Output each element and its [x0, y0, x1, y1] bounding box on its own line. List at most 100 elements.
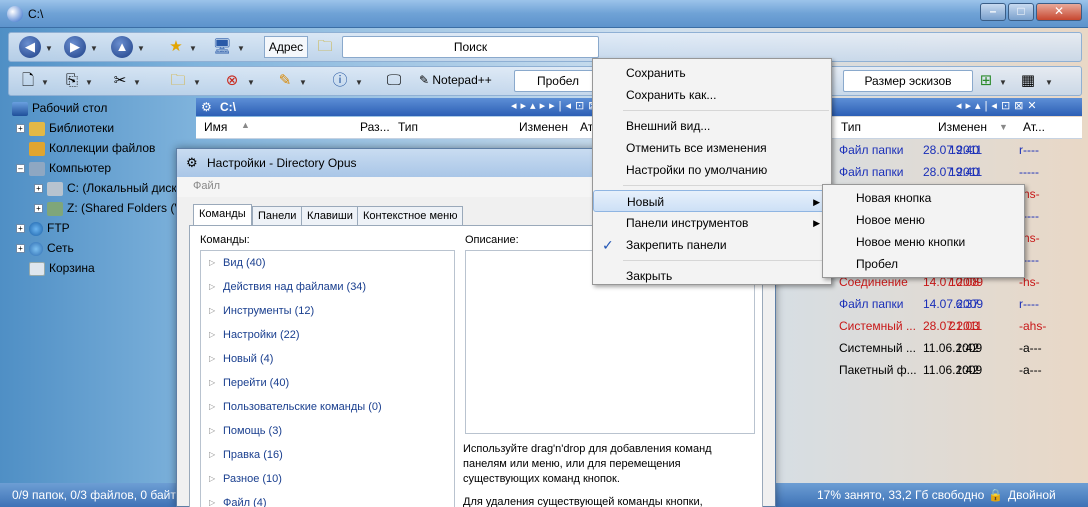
collapse-icon[interactable]: – — [16, 164, 25, 174]
forward-dropdown-icon[interactable]: ▼ — [90, 44, 98, 53]
command-category[interactable]: ▷ Действия над файлами (34) — [201, 279, 451, 299]
expand-arrow-icon[interactable]: ▷ — [209, 426, 215, 435]
command-category[interactable]: ▷ Разное (10) — [201, 471, 451, 491]
screen-icon[interactable]: 🖵 — [383, 70, 405, 92]
tab-keys[interactable]: Клавиши — [301, 206, 359, 226]
expand-icon[interactable]: + — [16, 244, 25, 254]
menu-item-undo-all[interactable]: Отменить все изменения — [593, 137, 831, 159]
status-mode[interactable]: Двойной — [1008, 488, 1056, 502]
column-modified-right[interactable]: Изменен — [938, 120, 987, 134]
search-field[interactable]: Поиск — [342, 36, 599, 58]
tree-item-drive-c[interactable]: + C: (Локальный диск — [34, 178, 177, 198]
back-dropdown-icon[interactable]: ▼ — [45, 44, 53, 53]
tab-panels[interactable]: Панели — [252, 206, 303, 226]
command-category[interactable]: ▷ Настройки (22) — [201, 327, 451, 347]
new-folder-icon[interactable]: 🗀 — [167, 70, 189, 92]
maximize-button[interactable]: □ — [1008, 3, 1034, 21]
folder-lock-icon[interactable]: 🗀 — [314, 36, 336, 58]
tab-context-menu[interactable]: Контекстное меню — [357, 206, 464, 226]
menu-item-lock-toolbars[interactable]: ✓ Закрепить панели — [593, 234, 831, 256]
menu-item-appearance[interactable]: Внешний вид... — [593, 115, 831, 137]
menu-item-save[interactable]: Сохранить — [593, 62, 831, 84]
view-mode-icon[interactable]: ▦ — [1017, 70, 1039, 92]
computer-icon[interactable]: 🖥 — [211, 36, 233, 58]
column-modified[interactable]: Изменен — [519, 120, 568, 134]
thumb-size-field[interactable]: Размер эскизов — [843, 70, 973, 92]
copy-dropdown-icon[interactable]: ▼ — [85, 78, 93, 87]
cut-dropdown-icon[interactable]: ▼ — [133, 78, 141, 87]
new-file-dropdown-icon[interactable]: ▼ — [41, 78, 49, 87]
menu-item-toolbars[interactable]: Панели инструментов ▶ — [593, 212, 831, 234]
column-type-right[interactable]: Тип — [841, 120, 861, 134]
submenu-item-new-button-menu[interactable]: Новое меню кнопки — [823, 231, 1024, 253]
expand-arrow-icon[interactable]: ▷ — [209, 258, 215, 267]
rename-icon[interactable]: ✎ — [274, 70, 296, 92]
delete-icon[interactable]: ⊗ — [221, 70, 243, 92]
lister-right-nav-icons[interactable]: ◂▸▴|◂⊡⊠✕ — [956, 99, 1041, 112]
command-category[interactable]: ▷ Инструменты (12) — [201, 303, 451, 323]
column-type[interactable]: Тип — [398, 120, 418, 134]
expand-arrow-icon[interactable]: ▷ — [209, 402, 215, 411]
expand-arrow-icon[interactable]: ▷ — [209, 306, 215, 315]
new-folder-dropdown-icon[interactable]: ▼ — [193, 78, 201, 87]
tree-item-network[interactable]: + Сеть — [16, 238, 74, 258]
submenu-item-space[interactable]: Пробел — [823, 253, 1024, 275]
command-category[interactable]: ▷ Файл (4) — [201, 495, 451, 507]
space-field[interactable]: Пробел — [514, 70, 602, 92]
tree-item-recycle-bin[interactable]: +Корзина — [16, 258, 95, 278]
lock-icon[interactable]: 🔒 — [988, 488, 1003, 502]
command-category[interactable]: ▷ Новый (4) — [201, 351, 451, 371]
command-category[interactable]: ▷ Перейти (40) — [201, 375, 451, 395]
tree-item-desktop[interactable]: Рабочий стол — [12, 98, 107, 118]
up-icon[interactable]: ▲ — [111, 36, 133, 58]
tree-item-ftp[interactable]: + FTP — [16, 218, 70, 238]
tree-item-libraries[interactable]: + Библиотеки — [16, 118, 114, 138]
menu-item-new[interactable]: Новый ▶ — [593, 190, 831, 212]
column-size[interactable]: Раз... — [360, 120, 390, 134]
tree-item-drive-z[interactable]: + Z: (Shared Folders (V — [34, 198, 182, 218]
lister-nav-icons[interactable]: ◂▸▴▸▸|◂⊡⊠ — [511, 99, 601, 112]
cut-icon[interactable]: ✂ — [109, 70, 131, 92]
expand-arrow-icon[interactable]: ▷ — [209, 378, 215, 387]
computer-dropdown-icon[interactable]: ▼ — [237, 44, 245, 53]
column-name[interactable]: Имя — [204, 120, 227, 134]
expand-arrow-icon[interactable]: ▷ — [209, 330, 215, 339]
forward-icon[interactable]: ▶ — [64, 36, 86, 58]
command-category[interactable]: ▷ Помощь (3) — [201, 423, 451, 443]
expand-arrow-icon[interactable]: ▷ — [209, 498, 215, 507]
expand-icon[interactable]: + — [34, 184, 43, 194]
column-attr-right[interactable]: Ат... — [1023, 120, 1045, 134]
rename-dropdown-icon[interactable]: ▼ — [299, 78, 307, 87]
expand-icon[interactable]: + — [34, 204, 43, 214]
expand-arrow-icon[interactable]: ▷ — [209, 354, 215, 363]
copy-icon[interactable]: ⎘ — [61, 70, 83, 92]
favorites-dropdown-icon[interactable]: ▼ — [189, 44, 197, 53]
menu-item-close[interactable]: Закрыть — [593, 265, 831, 287]
tree-item-computer[interactable]: – Компьютер — [16, 158, 111, 178]
favorites-icon[interactable]: ★ — [165, 36, 187, 58]
expand-arrow-icon[interactable]: ▷ — [209, 474, 215, 483]
command-category[interactable]: ▷ Правка (16) — [201, 447, 451, 467]
menu-item-defaults[interactable]: Настройки по умолчанию — [593, 159, 831, 181]
up-dropdown-icon[interactable]: ▼ — [137, 44, 145, 53]
expand-icon[interactable]: + — [16, 224, 25, 234]
command-category[interactable]: ▷ Вид (40) — [201, 255, 451, 275]
tab-commands[interactable]: Команды — [193, 204, 252, 227]
command-category[interactable]: ▷ Пользовательские команды (0) — [201, 399, 451, 419]
expand-icon[interactable]: + — [16, 124, 25, 134]
back-icon[interactable]: ◀ — [19, 36, 41, 58]
properties-dropdown-icon[interactable]: ▼ — [355, 78, 363, 87]
submenu-item-new-menu[interactable]: Новое меню — [823, 209, 1024, 231]
address-label[interactable]: Адрес — [264, 36, 308, 58]
delete-dropdown-icon[interactable]: ▼ — [247, 78, 255, 87]
minimize-button[interactable]: – — [980, 3, 1006, 21]
close-button[interactable]: ✕ — [1036, 3, 1082, 21]
submenu-item-new-button[interactable]: Новая кнопка — [823, 187, 1024, 209]
notepad-button[interactable]: ✎ Notepad++ — [419, 73, 492, 87]
add-toolbar-icon[interactable]: ⊞ — [975, 70, 997, 92]
new-file-icon[interactable]: 🗋 — [17, 70, 39, 92]
menu-file[interactable]: Файл — [193, 180, 220, 192]
tree-item-collections[interactable]: +Коллекции файлов — [16, 138, 155, 158]
expand-arrow-icon[interactable]: ▷ — [209, 450, 215, 459]
menu-item-save-as[interactable]: Сохранить как... — [593, 84, 831, 106]
